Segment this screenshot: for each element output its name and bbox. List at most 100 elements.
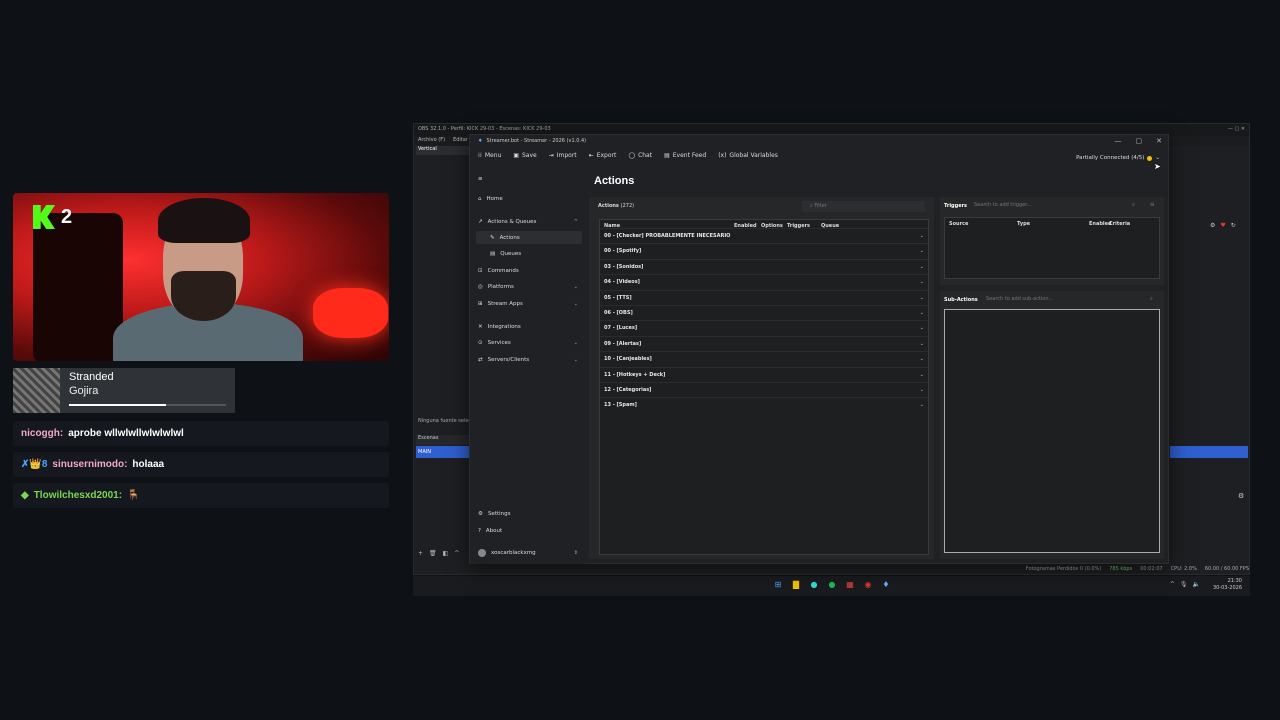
action-group-row[interactable]: 00 - [Spotify] ⌄: [600, 243, 928, 258]
action-group-row[interactable]: 05 - [TTS] ⌄: [600, 289, 928, 305]
trash-icon[interactable]: 🗑: [429, 550, 437, 557]
global-variables-button[interactable]: (x) Global Variables: [718, 152, 778, 159]
refresh-icon[interactable]: ↻: [1231, 222, 1236, 229]
filter-input[interactable]: ⌕ Filter: [802, 201, 925, 212]
add-icon[interactable]: +: [418, 550, 423, 557]
chevron-down-icon: ⌄: [573, 339, 578, 346]
obs-stream-time: 00:02:07: [1140, 566, 1163, 572]
folder-icon[interactable]: ▇: [791, 580, 801, 590]
sidebar-item-servers-clients[interactable]: ⇄ Servers/Clients ⌄: [476, 353, 582, 366]
action-group-row[interactable]: 13 - [Spam] ⌄: [600, 397, 928, 412]
action-group-name: 04 - [Videos]: [604, 279, 640, 286]
chevron-up-icon[interactable]: ^: [1170, 581, 1175, 588]
sidebar-item-settings[interactable]: ⚙ Settings: [476, 507, 582, 520]
minimize-icon[interactable]: —: [1115, 137, 1122, 145]
column-criteria[interactable]: Criteria: [1109, 221, 1130, 227]
chevron-down-icon[interactable]: ⌄: [920, 402, 924, 408]
now-playing-info: Stranded Gojira: [60, 368, 235, 413]
menu-button[interactable]: ⁞⁞ Menu: [478, 152, 501, 159]
action-group-row[interactable]: 06 - [OBS] ⌄: [600, 305, 928, 320]
save-button[interactable]: ▣ Save: [513, 152, 536, 159]
microphone-icon[interactable]: 🎙: [1180, 581, 1188, 588]
streamerbot-taskbar-icon[interactable]: ♦: [881, 580, 891, 590]
sidebar-label: Platforms: [487, 283, 514, 290]
heart-icon[interactable]: ♥: [1220, 222, 1225, 229]
chevron-down-icon[interactable]: ⌄: [920, 248, 924, 254]
chevron-down-icon[interactable]: ⌄: [920, 356, 924, 362]
event-feed-label: Event Feed: [672, 151, 707, 159]
action-group-row[interactable]: 12 - [Categorias] ⌄: [600, 382, 928, 397]
obs-window-controls[interactable]: — ▢ ✕: [1228, 126, 1245, 134]
chevron-down-icon[interactable]: ⌄: [920, 310, 924, 316]
sidebar-item-commands[interactable]: ⊡ Commands: [476, 264, 582, 277]
spotify-icon[interactable]: ●: [827, 580, 837, 590]
connection-status[interactable]: Partially Connected (4/5) ⌄: [1076, 155, 1160, 161]
column-source[interactable]: Source: [949, 221, 968, 227]
close-icon[interactable]: ✕: [1156, 137, 1162, 145]
action-group-row[interactable]: 04 - [Videos] ⌄: [600, 274, 928, 289]
windows-start-icon[interactable]: ⊞: [773, 580, 783, 590]
chrome-icon[interactable]: ◉: [863, 580, 873, 590]
chevron-down-icon[interactable]: ⌄: [920, 372, 924, 378]
sub-action-search-input[interactable]: Search to add sub-action...: [986, 294, 1053, 304]
action-group-row[interactable]: 09 - [Alertas] ⌄: [600, 335, 928, 351]
action-group-row[interactable]: 10 - [Canjeables] ⌄: [600, 351, 928, 366]
obs-menu-edit[interactable]: Editar: [453, 137, 468, 145]
export-button[interactable]: ⇤ Export: [589, 152, 617, 159]
app-icon[interactable]: ▦: [845, 580, 855, 590]
chat-button[interactable]: ◯ Chat: [628, 152, 652, 159]
chat-text: aprobe wllwlwllwlwlwlwl: [68, 428, 184, 439]
sidebar-item-platforms[interactable]: ◎ Platforms ⌄: [476, 280, 582, 293]
user-name: xoscarblackxmg: [491, 549, 536, 556]
chevron-down-icon[interactable]: ⌄: [920, 325, 924, 331]
action-group-row[interactable]: 07 - [Luces] ⌄: [600, 320, 928, 335]
hamburger-icon[interactable]: ≡: [476, 172, 582, 185]
search-icon[interactable]: ⌕: [1132, 200, 1135, 210]
chevron-up-icon[interactable]: ^: [454, 550, 459, 557]
gear-icon[interactable]: ⚙: [1238, 492, 1244, 500]
browser-icon[interactable]: ●: [809, 580, 819, 590]
column-type[interactable]: Type: [1017, 221, 1030, 227]
obs-selected-source[interactable]: [1170, 446, 1248, 458]
trigger-search-input[interactable]: Search to add trigger...: [974, 200, 1032, 210]
user-profile[interactable]: xoscarblackxmg ⇕: [476, 546, 582, 559]
album-art: [13, 368, 60, 413]
action-group-row[interactable]: 11 - [Hotkeys + Deck] ⌄: [600, 366, 928, 382]
sidebar-item-queues[interactable]: ▤ Queues: [476, 247, 582, 260]
gear-icon[interactable]: ⚙: [1210, 222, 1215, 229]
action-group-row[interactable]: 00 - [Checker] PROBABLEMENTE INECESARIO ⌄: [600, 228, 928, 243]
chevron-down-icon[interactable]: ⌄: [920, 264, 924, 270]
chevron-down-icon[interactable]: ⌄: [920, 387, 924, 393]
filter-icon[interactable]: ◧: [443, 550, 449, 557]
sidebar-item-home[interactable]: ⌂ Home: [476, 192, 582, 205]
sidebar-item-services[interactable]: ⊙ Services ⌄: [476, 336, 582, 349]
clock[interactable]: 21:30 30-03-2026: [1213, 578, 1242, 592]
search-icon[interactable]: ⌕: [1150, 294, 1153, 304]
chevron-down-icon[interactable]: ⌄: [920, 233, 924, 239]
settings-icon[interactable]: ⊖: [1150, 200, 1154, 210]
chevron-down-icon: ⌄: [1155, 155, 1160, 161]
import-button[interactable]: ⇥ Import: [549, 152, 577, 159]
obs-menu-file[interactable]: Archivo (F): [418, 137, 445, 145]
event-feed-button[interactable]: ▤ Event Feed: [664, 152, 706, 159]
obs-scene-main[interactable]: MAIN: [416, 446, 472, 458]
sidebar-item-actions-queues[interactable]: ↗ Actions & Queues ^: [476, 215, 582, 228]
action-group-row[interactable]: 03 - [Sonidos] ⌄: [600, 258, 928, 274]
sb-titlebar: ♦ Streamer.bot - Streamer - 2026 (v1.0.4…: [470, 135, 1168, 147]
track-title: Stranded: [69, 371, 114, 383]
sidebar-item-stream-apps[interactable]: ⊞ Stream Apps ⌄: [476, 297, 582, 310]
chevron-down-icon[interactable]: ⌄: [920, 295, 924, 301]
streamerbot-logo-icon: ♦: [478, 138, 483, 144]
volume-icon[interactable]: 🔈: [1193, 581, 1200, 588]
global-variables-label: Global Variables: [729, 151, 778, 159]
sidebar-item-actions[interactable]: ✎ Actions: [476, 231, 582, 244]
chevron-down-icon[interactable]: ⌄: [920, 341, 924, 347]
chevron-down-icon[interactable]: ⌄: [920, 279, 924, 285]
maximize-icon[interactable]: ▢: [1136, 137, 1143, 145]
chat-text: 🪑: [127, 490, 140, 501]
sidebar-item-integrations[interactable]: ✕ Integrations: [476, 320, 582, 333]
sub-actions-list[interactable]: [944, 309, 1160, 553]
sidebar-item-about[interactable]: ? About: [476, 524, 582, 537]
sb-title: Streamer.bot - Streamer - 2026 (v1.0.4): [486, 138, 587, 144]
obs-no-source: Ninguna fuente selec: [418, 418, 472, 424]
